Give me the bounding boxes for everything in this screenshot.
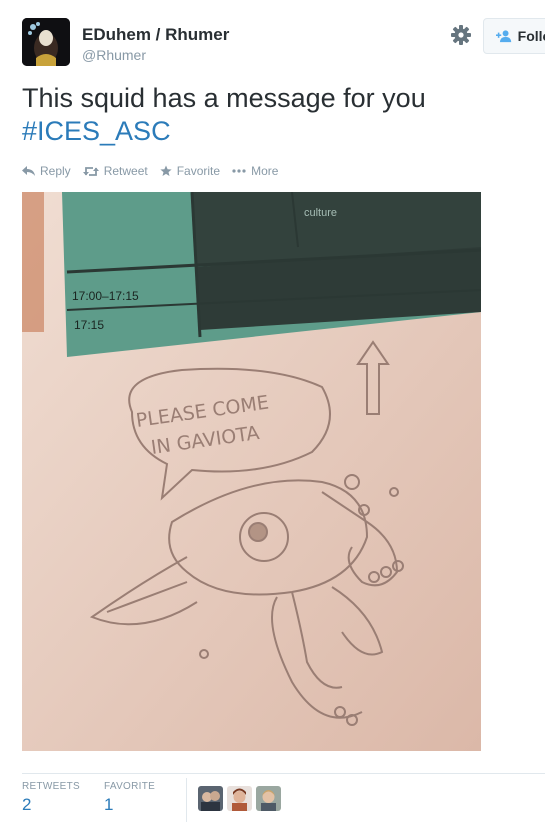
favorites-label: FAVORITE [104,781,156,792]
display-name[interactable]: EDuhem / Rhumer [82,25,229,45]
follow-label: Follow [517,28,545,44]
follow-person-icon [496,30,512,43]
engager-avatars [198,786,281,811]
engager-avatar[interactable] [198,786,223,811]
reply-button[interactable]: Reply [22,164,71,178]
retweets-label: RETWEETS [22,781,80,792]
retweets-stat[interactable]: RETWEETS 2 [22,781,80,815]
favorite-star-icon [160,165,172,176]
retweets-count: 2 [22,795,32,814]
follow-button[interactable]: Follow [483,18,545,54]
retweet-icon [82,166,99,176]
schedule-fragment: culture [304,207,337,219]
hashtag-link[interactable]: #ICES_ASC [22,116,171,146]
screen-name[interactable]: @Rhumer [82,47,146,63]
schedule-time-1: 17:00–17:15 [72,289,139,303]
engager-avatar[interactable] [256,786,281,811]
gear-icon[interactable] [450,24,472,46]
tweet-text: This squid has a message for you #ICES_A… [22,82,532,148]
reply-label: Reply [40,164,71,178]
retweet-label: Retweet [103,164,148,178]
favorites-count: 1 [104,795,114,814]
tweet-actions: Reply Retweet Favorite More [22,164,278,178]
reply-icon [22,165,35,176]
stats-divider [22,773,545,774]
tweet-body: This squid has a message for you [22,83,426,113]
retweet-button[interactable]: Retweet [82,164,148,178]
favorites-stat[interactable]: FAVORITE 1 [104,781,155,815]
more-label: More [251,164,279,178]
schedule-time-2: 17:15 [74,318,104,332]
more-button[interactable]: More [232,164,278,178]
stats-vertical-divider [186,778,187,822]
engager-avatar[interactable] [227,786,252,811]
tweet-photo[interactable]: 17:00–17:15 17:15 culture PLEASE COME IN… [22,192,481,751]
favorite-label: Favorite [176,164,221,178]
more-dots-icon [232,169,246,173]
avatar[interactable] [22,18,70,66]
favorite-button[interactable]: Favorite [160,164,220,178]
